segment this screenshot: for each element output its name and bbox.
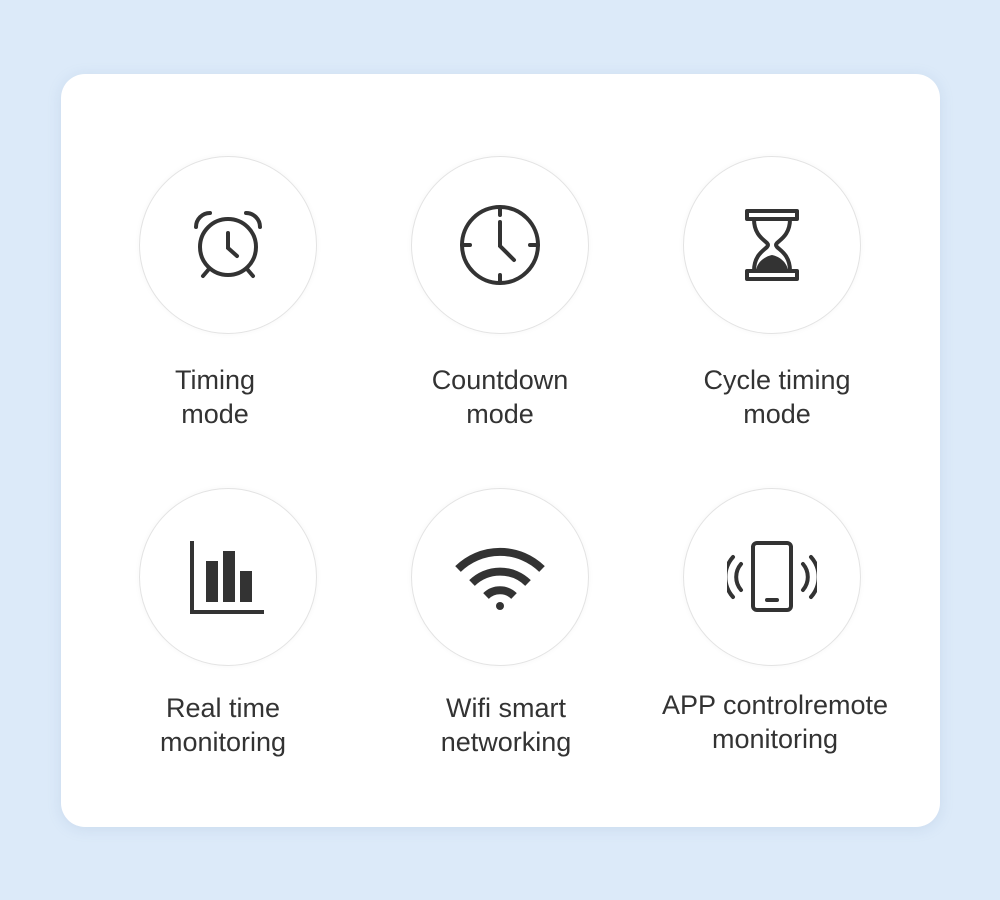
alarm-clock-icon [194, 211, 262, 278]
wifi-smart-networking-icon-circle [411, 488, 589, 666]
wifi-icon [455, 547, 545, 610]
app-control-icon-circle [683, 488, 861, 666]
timing-mode-icon-circle [139, 156, 317, 334]
real-time-monitoring-label: Real time monitoring [83, 691, 363, 759]
app-control-label: APP controlremote monitoring [635, 688, 915, 756]
countdown-mode-label-line2: mode [466, 399, 534, 429]
cycle-timing-mode-icon-circle [683, 156, 861, 334]
clock-icon [460, 205, 540, 285]
phone-vibrate-icon [727, 541, 817, 612]
countdown-mode-icon-circle [411, 156, 589, 334]
cycle-timing-mode-label: Cycle timing mode [637, 363, 917, 431]
app-control-label-line1: APP controlremote [661, 690, 889, 720]
features-card: Timing mode Countdown mode Cycle timing … [61, 74, 940, 827]
cycle-timing-mode-label-line1: Cycle timing [703, 365, 851, 395]
countdown-mode-label-line1: Countdown [431, 365, 569, 395]
wifi-smart-networking-label-line2: networking [440, 727, 572, 757]
wifi-smart-networking-label-line1: Wifi smart [446, 693, 566, 723]
cycle-timing-mode-label-line2: mode [743, 399, 811, 429]
real-time-monitoring-icon-circle [139, 488, 317, 666]
countdown-mode-label: Countdown mode [360, 363, 640, 431]
hourglass-icon [745, 209, 799, 281]
timing-mode-label: Timing mode [75, 363, 355, 431]
real-time-monitoring-label-line1: Real time [165, 693, 281, 723]
bar-chart-icon [190, 541, 264, 614]
timing-mode-label-line2: mode [181, 399, 249, 429]
app-control-label-line2: monitoring [711, 724, 839, 754]
real-time-monitoring-label-line2: monitoring [159, 727, 287, 757]
wifi-smart-networking-label: Wifi smart networking [366, 691, 646, 759]
timing-mode-label-line1: Timing [174, 365, 255, 395]
